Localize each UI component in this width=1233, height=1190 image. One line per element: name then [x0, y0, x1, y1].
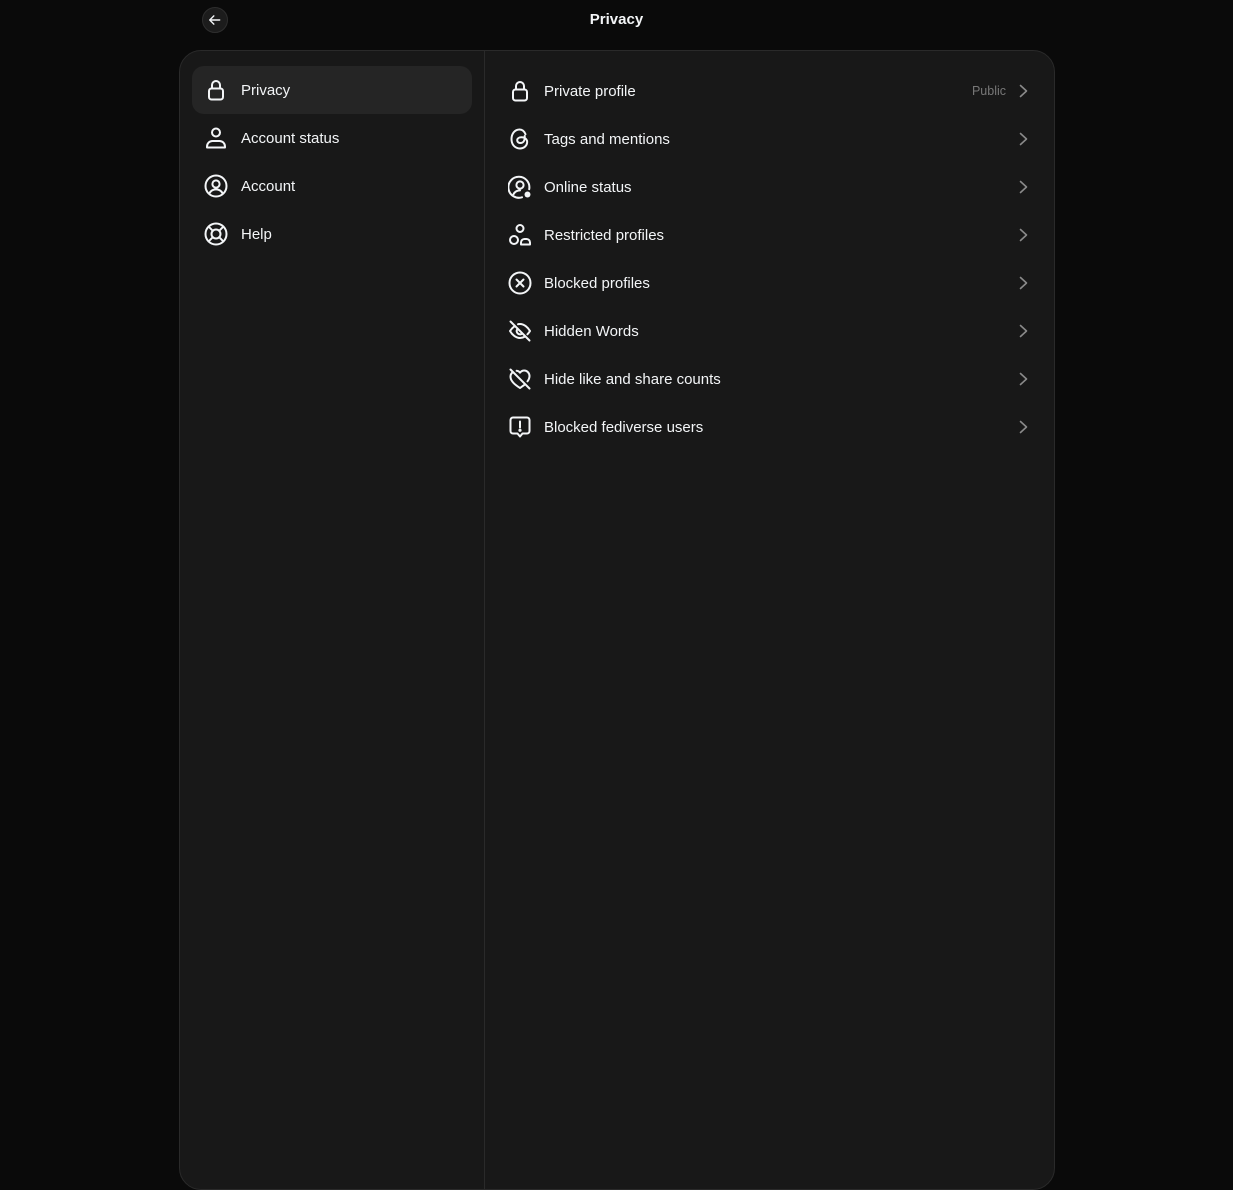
- top-bar: Privacy: [0, 0, 1233, 40]
- sidebar: Privacy Account status Account Help: [180, 51, 485, 1189]
- lock-icon: [508, 79, 532, 103]
- sidebar-item-label: Account status: [241, 129, 340, 147]
- sidebar-item-account[interactable]: Account: [192, 162, 472, 210]
- eye-off-icon: [508, 319, 532, 343]
- settings-item-blocked-fediverse-users[interactable]: Blocked fediverse users: [485, 403, 1054, 451]
- heart-off-icon: [508, 367, 532, 391]
- settings-item-label: Tags and mentions: [544, 130, 670, 148]
- settings-item-label: Blocked fediverse users: [544, 418, 704, 436]
- threads-at-icon: [508, 127, 532, 151]
- chevron-right-icon: [1016, 324, 1030, 338]
- settings-item-private-profile[interactable]: Private profile Public: [485, 67, 1054, 115]
- chevron-right-icon: [1016, 180, 1030, 194]
- page-title: Privacy: [589, 11, 644, 28]
- settings-item-restricted-profiles[interactable]: Restricted profiles: [485, 211, 1054, 259]
- settings-list: Private profile Public Tags and mentions: [485, 51, 1054, 1189]
- online-status-icon: [508, 175, 532, 199]
- privacy-value: Public: [971, 84, 1006, 98]
- chevron-right-icon: [1016, 132, 1030, 146]
- chevron-right-icon: [1016, 228, 1030, 242]
- sidebar-item-account-status[interactable]: Account status: [192, 114, 472, 162]
- settings-item-label: Blocked profiles: [544, 274, 650, 292]
- settings-item-tags-and-mentions[interactable]: Tags and mentions: [485, 115, 1054, 163]
- settings-item-label: Hide like and share counts: [544, 370, 721, 388]
- sidebar-item-help[interactable]: Help: [192, 210, 472, 258]
- settings-item-label: Restricted profiles: [544, 226, 665, 244]
- sidebar-item-label: Help: [241, 225, 272, 243]
- sidebar-item-privacy[interactable]: Privacy: [192, 66, 472, 114]
- lifebuoy-icon: [204, 222, 228, 246]
- sidebar-item-label: Privacy: [241, 81, 291, 99]
- settings-item-label: Private profile: [544, 82, 636, 100]
- settings-item-label: Hidden Words: [544, 322, 639, 340]
- lock-icon: [204, 78, 228, 102]
- chevron-right-icon: [1016, 276, 1030, 290]
- settings-panel: Privacy Account status Account Help Priv…: [179, 50, 1055, 1190]
- sidebar-item-label: Account: [241, 177, 296, 195]
- chevron-right-icon: [1016, 372, 1030, 386]
- blocked-x-circle-icon: [508, 271, 532, 295]
- settings-item-hide-like-and-share-counts[interactable]: Hide like and share counts: [485, 355, 1054, 403]
- settings-item-online-status[interactable]: Online status: [485, 163, 1054, 211]
- chevron-right-icon: [1016, 84, 1030, 98]
- settings-item-hidden-words[interactable]: Hidden Words: [485, 307, 1054, 355]
- restricted-people-icon: [508, 223, 532, 247]
- person-icon: [204, 126, 228, 150]
- account-circle-icon: [204, 174, 228, 198]
- chevron-right-icon: [1016, 420, 1030, 434]
- settings-item-blocked-profiles[interactable]: Blocked profiles: [485, 259, 1054, 307]
- alert-bubble-icon: [508, 415, 532, 439]
- settings-item-label: Online status: [544, 178, 632, 196]
